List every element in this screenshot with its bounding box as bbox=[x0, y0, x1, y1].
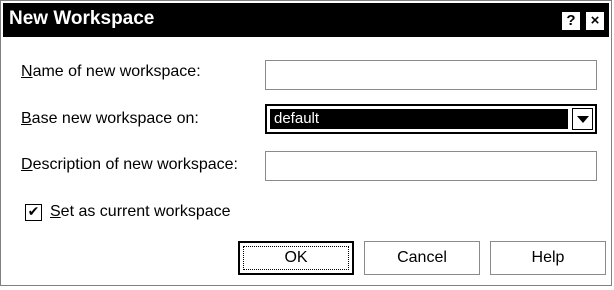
base-label: Base new workspace on: bbox=[21, 110, 199, 128]
description-label-text: escription of new workspace: bbox=[32, 156, 238, 173]
set-current-label-text: et as current workspace bbox=[60, 203, 231, 220]
help-title-button[interactable]: ? bbox=[561, 11, 581, 31]
base-workspace-select[interactable]: default bbox=[265, 104, 597, 134]
focus-rectangle bbox=[243, 246, 349, 270]
dropdown-button[interactable] bbox=[572, 108, 593, 130]
name-label: Name of new workspace: bbox=[21, 63, 201, 81]
cancel-button[interactable]: Cancel bbox=[364, 241, 480, 275]
description-label: Description of new workspace: bbox=[21, 156, 238, 174]
workspace-description-input[interactable] bbox=[265, 151, 597, 181]
chevron-down-icon bbox=[577, 116, 589, 123]
window-title: New Workspace bbox=[9, 8, 155, 29]
close-button[interactable]: × bbox=[585, 11, 605, 31]
focus-rectangle bbox=[269, 108, 569, 130]
set-current-accesskey: S bbox=[50, 203, 61, 220]
set-current-label[interactable]: Set as current workspace bbox=[50, 203, 231, 221]
base-label-accesskey: B bbox=[21, 110, 32, 127]
set-current-checkbox[interactable]: ✔ bbox=[25, 204, 42, 221]
help-button[interactable]: Help bbox=[490, 241, 606, 275]
description-label-accesskey: D bbox=[21, 156, 33, 173]
name-label-text: ame of new workspace: bbox=[32, 63, 201, 80]
new-workspace-dialog: New Workspace ? × Name of new workspace:… bbox=[0, 0, 612, 286]
ok-button[interactable]: OK bbox=[238, 241, 354, 275]
base-label-text: ase new workspace on: bbox=[31, 110, 199, 127]
title-bar[interactable]: New Workspace ? × bbox=[3, 3, 609, 37]
workspace-name-input[interactable] bbox=[265, 60, 597, 90]
name-label-accesskey: N bbox=[21, 63, 33, 80]
